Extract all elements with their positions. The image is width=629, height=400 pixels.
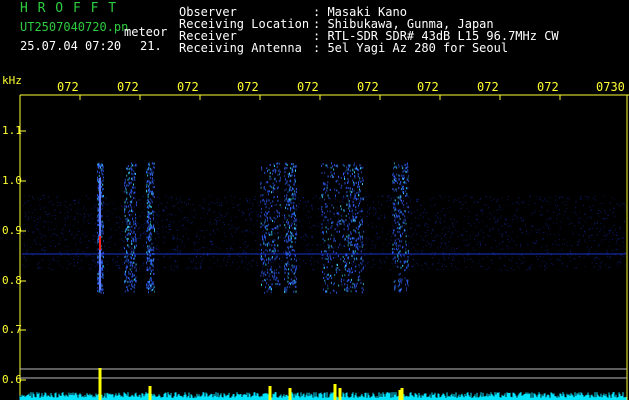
x-label: 072 [237,80,259,94]
x-label: 072 [297,80,319,94]
y-label: 0.7 [2,323,22,336]
datetime-label: 25.07.04 07:20 [20,39,122,53]
x-label: 072 [477,80,499,94]
x-label: 072 [177,80,199,94]
x-label: 0730 [596,80,625,94]
y-label: 0.9 [2,224,22,237]
spectrogram-noise [22,162,627,294]
app-title: H R O F F T [20,1,118,16]
x-label: 072 [357,80,379,94]
y-label: 1.0 [2,174,22,187]
freq-ticks [20,130,26,381]
count-label: 21. [140,39,162,53]
filename-label: UT2507040720.pn [20,20,129,34]
antenna-label: Receiving Antenna [179,41,302,55]
antenna-value: : 5el Yagi Az 280 for Seoul [313,41,509,55]
axis-unit: kHz [2,74,22,87]
spectrum-trace [19,368,627,400]
spectrogram-plot [19,94,629,400]
x-label: 072 [417,80,439,94]
time-ticks [19,95,561,100]
plot-frame [19,94,629,400]
x-label: 072 [537,80,559,94]
mode-label: meteor [124,25,168,39]
x-label: 072 [117,80,139,94]
y-label: 1.1 [2,124,22,137]
reference-lines [20,368,627,379]
y-label: 0.8 [2,274,22,287]
x-label: 072 [57,80,79,94]
y-label: 0.6 [2,373,22,386]
